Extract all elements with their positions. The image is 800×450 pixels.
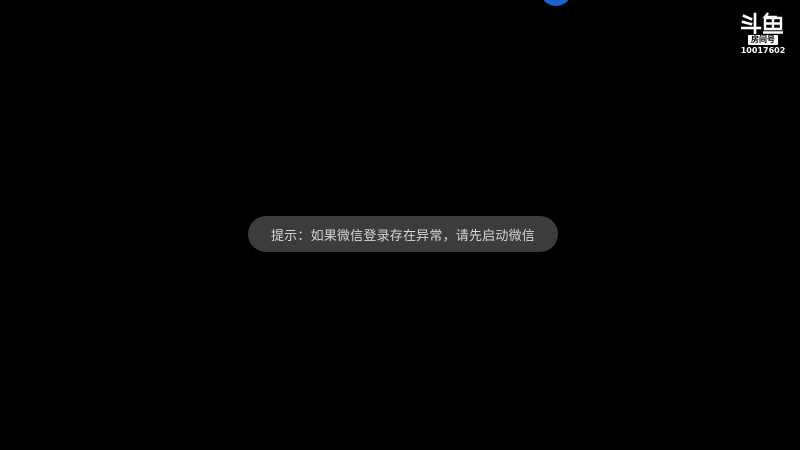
top-indicator-dot (540, 0, 572, 6)
room-number-label: 房间号 (748, 35, 778, 45)
douyu-watermark: 房间号 10017602 (740, 12, 786, 56)
toast-notification: 提示：如果微信登录存在异常，请先启动微信 (248, 216, 558, 252)
toast-message: 提示：如果微信登录存在异常，请先启动微信 (270, 228, 535, 244)
douyu-logo-icon (741, 12, 783, 34)
video-screen: 房间号 10017602 提示：如果微信登录存在异常，请先启动微信 (0, 0, 800, 450)
room-number: 10017602 (740, 46, 786, 55)
